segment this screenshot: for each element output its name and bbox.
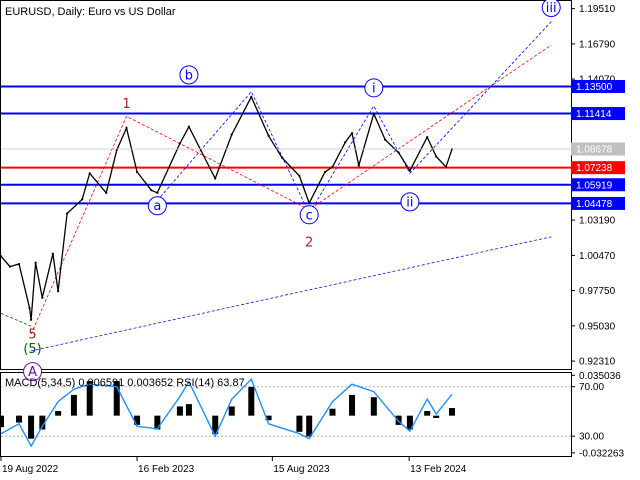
- price-point-7: [51, 252, 54, 255]
- macd-bar-0: [0, 415, 4, 428]
- wave-label-3: (5): [23, 342, 41, 357]
- macd-bar-14: [248, 386, 255, 416]
- price-point-29: [344, 141, 347, 144]
- time-tick-label-3: 13 Feb 2024: [410, 464, 467, 475]
- macd-bar-17: [306, 415, 313, 437]
- level-tag-4: 1.04478: [576, 199, 613, 210]
- price-point-35: [408, 169, 412, 172]
- price-point-20: [214, 177, 217, 180]
- wave-label-6: b: [185, 68, 193, 83]
- price-point-6: [41, 296, 44, 299]
- price-point-36: [426, 135, 429, 139]
- indicator-tick-label-2: 30.00: [579, 432, 604, 443]
- price-point-28: [331, 165, 334, 168]
- macd-bar-23: [424, 411, 431, 416]
- wave-label-9: ii: [406, 195, 413, 210]
- level-tag-1: 1.11414: [576, 109, 612, 120]
- indicator-tick-label-0: 0.035036: [579, 371, 621, 382]
- level-tag-2: 1.07238: [576, 163, 613, 174]
- price-point-2: [17, 262, 21, 266]
- price-point-26: [308, 202, 311, 205]
- indicator-title: MACD(5,34,5) 0.006591 0.003652 RSI(14) 6…: [5, 377, 245, 389]
- price-point-30: [350, 132, 354, 135]
- wave-label-2: 5: [28, 328, 36, 343]
- wave-label-1: 2: [305, 236, 313, 251]
- wave-label-8: i: [372, 81, 376, 96]
- macd-bar-18: [329, 408, 336, 416]
- price-point-33: [384, 138, 387, 141]
- price-point-12: [105, 191, 108, 194]
- price-point-18: [178, 142, 181, 145]
- price-point-23: [267, 134, 270, 137]
- time-tick-label-1: 16 Feb 2023: [138, 464, 195, 475]
- time-tick-label-0: 19 Aug 2022: [2, 464, 59, 475]
- price-point-11: [88, 172, 91, 175]
- price-point-3: [28, 306, 31, 310]
- time-axis: 19 Aug 2022 16 Feb 2023 15 Aug 2023 13 Feb …: [0, 457, 467, 475]
- chart-title: EURUSD, Daily: Euro vs US Dollar: [5, 6, 176, 18]
- chart-window: 125(5)Aabciiiiii 1.195101.167901.140701.…: [0, 0, 640, 480]
- indicator-tick-label-3: -0.032263: [579, 448, 624, 459]
- macd-bar-16: [296, 415, 303, 432]
- price-tick-label-8: 0.97750: [579, 286, 616, 297]
- indicator-axis: 0.03503670.00 30.00 -0.032263: [571, 371, 624, 459]
- macd-bar-5: [70, 394, 77, 416]
- price-point-14: [125, 126, 128, 130]
- price-point-37: [435, 155, 438, 158]
- indicator-tick-label-1: 70.00: [579, 382, 604, 393]
- current-price-tag: 1.08678: [576, 145, 613, 156]
- price-tick-label-7: 1.00470: [579, 251, 616, 262]
- price-point-31: [357, 164, 360, 167]
- macd-bar-19: [349, 394, 356, 416]
- price-point-19: [187, 125, 191, 128]
- price-point-4: [29, 318, 33, 321]
- wave-label-0: 1: [122, 97, 130, 112]
- macd-bar-1: [16, 415, 23, 423]
- price-point-8: [57, 290, 60, 293]
- wave-label-7: c: [306, 208, 313, 223]
- macd-bar-9: [154, 415, 161, 430]
- price-point-24: [281, 156, 284, 159]
- price-point-0: [0, 255, 3, 258]
- macd-bar-11: [185, 404, 192, 416]
- macd-bar-10: [176, 406, 183, 416]
- macd-bar-2: [28, 415, 35, 439]
- wave-label-5: a: [153, 199, 161, 214]
- price-point-38: [444, 165, 448, 168]
- price-point-17: [156, 191, 159, 194]
- chart-canvas: 125(5)Aabciiiiii 1.195101.167901.140701.…: [0, 0, 625, 475]
- price-tick-label-0: 1.19510: [579, 4, 616, 15]
- time-tick-label-2: 15 Aug 2023: [273, 464, 330, 475]
- macd-bar-4: [55, 411, 62, 416]
- price-point-21: [230, 133, 233, 136]
- price-tick-label-1: 1.16790: [579, 39, 616, 50]
- price-tick-label-9: 0.95030: [579, 321, 616, 332]
- price-point-10: [81, 198, 84, 201]
- price-point-9: [66, 212, 69, 215]
- price-point-34: [397, 151, 400, 154]
- wave-label-10: iii: [546, 1, 557, 16]
- price-point-5: [34, 261, 37, 264]
- level-tag-3: 1.05919: [576, 180, 613, 191]
- price-point-15: [135, 170, 139, 174]
- macd-bar-24: [433, 415, 440, 418]
- price-point-22: [250, 95, 253, 98]
- price-point-25: [298, 174, 301, 178]
- macd-bar-20: [370, 397, 377, 416]
- level-tag-0: 1.13500: [576, 82, 613, 93]
- price-point-16: [150, 189, 153, 192]
- price-tick-label-6: 1.03190: [579, 216, 616, 227]
- price-point-32: [372, 112, 375, 115]
- price-point-1: [8, 265, 12, 268]
- price-tick-label-10: 0.92310: [579, 357, 616, 368]
- macd-bar-13: [228, 406, 235, 416]
- price-point-27: [323, 170, 327, 174]
- macd-bar-25: [449, 408, 455, 416]
